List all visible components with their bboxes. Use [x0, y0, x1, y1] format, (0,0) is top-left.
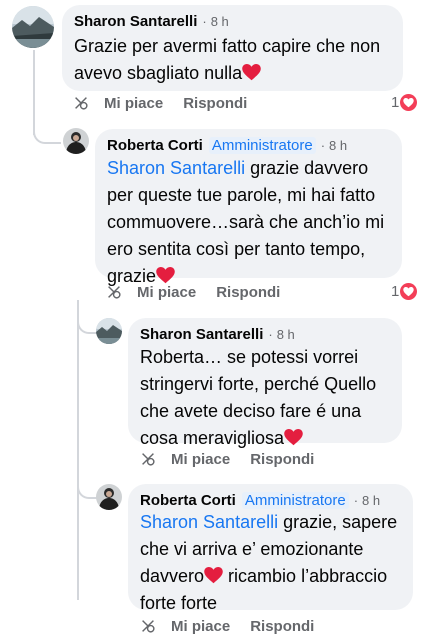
ai-translate-icon[interactable]: [139, 617, 157, 635]
comment-actions: Mi piace Rispondi: [139, 617, 314, 635]
comment-time[interactable]: 8 h: [329, 138, 347, 153]
comment-actions: Mi piace Rispondi: [139, 450, 314, 468]
reaction-count[interactable]: 1: [391, 283, 418, 300]
comment-author[interactable]: Sharon Santarelli: [140, 326, 263, 343]
avatar[interactable]: [96, 318, 122, 344]
comment-text: Sharon Santarelli grazie davvero per que…: [107, 158, 385, 286]
comment-time[interactable]: 8 h: [362, 493, 380, 508]
love-reaction-icon: [400, 283, 418, 300]
admin-badge: Amministratore: [241, 492, 349, 509]
like-button[interactable]: Mi piace: [171, 618, 230, 635]
comment-bubble: Sharon Santarelli · 8 h Grazie per averm…: [62, 5, 403, 91]
thread-line-replies: [77, 300, 79, 600]
comment-text: Sharon Santarelli grazie, sapere che vi …: [140, 512, 398, 613]
love-reaction-icon: [400, 94, 418, 111]
comment-text: Grazie per avermi fatto capire che non a…: [74, 36, 381, 83]
comment-author[interactable]: Roberta Corti: [140, 492, 236, 509]
thread-connector: [33, 120, 61, 144]
thread-connector: [77, 475, 97, 499]
mention-link[interactable]: Sharon Santarelli: [140, 512, 278, 532]
red-heart-emoji-icon: [156, 267, 175, 284]
comment-time[interactable]: 8 h: [277, 327, 295, 342]
comment-bubble: Roberta Corti Amministratore · 8 h Sharo…: [95, 129, 402, 286]
red-heart-emoji-icon: [242, 64, 261, 81]
comment-actions: Mi piace Rispondi: [72, 94, 247, 112]
avatar[interactable]: [96, 484, 122, 510]
landscape-photo-avatar-icon: [12, 6, 54, 48]
comment-text: Roberta… se potessi vorrei stringervi fo…: [140, 347, 377, 448]
reply-button[interactable]: Rispondi: [216, 284, 280, 301]
landscape-photo-avatar-icon: [96, 318, 122, 344]
person-photo-avatar-icon: [96, 484, 122, 510]
like-button[interactable]: Mi piace: [137, 284, 196, 301]
avatar[interactable]: [63, 128, 89, 154]
comment-author[interactable]: Sharon Santarelli: [74, 13, 197, 30]
ai-translate-icon[interactable]: [105, 283, 123, 301]
comment-bubble: Sharon Santarelli · 8 h Roberta… se pote…: [128, 318, 402, 448]
person-photo-avatar-icon: [63, 128, 89, 154]
reply-button[interactable]: Rispondi: [183, 95, 247, 112]
comment-actions: Mi piace Rispondi: [105, 283, 280, 301]
comment-time[interactable]: 8 h: [211, 14, 229, 29]
thread-connector: [77, 310, 97, 334]
ai-translate-icon[interactable]: [72, 94, 90, 112]
avatar[interactable]: [12, 6, 54, 48]
reply-button[interactable]: Rispondi: [250, 618, 314, 635]
admin-badge: Amministratore: [208, 137, 316, 154]
like-button[interactable]: Mi piace: [104, 95, 163, 112]
like-button[interactable]: Mi piace: [171, 451, 230, 468]
red-heart-emoji-icon: [284, 429, 303, 446]
red-heart-emoji-icon: [204, 567, 223, 584]
comment-author[interactable]: Roberta Corti: [107, 137, 203, 154]
mention-link[interactable]: Sharon Santarelli: [107, 158, 245, 178]
reaction-count[interactable]: 1: [391, 94, 418, 111]
comment-bubble: Roberta Corti Amministratore · 8 h Sharo…: [128, 484, 413, 613]
reply-button[interactable]: Rispondi: [250, 451, 314, 468]
ai-translate-icon[interactable]: [139, 450, 157, 468]
